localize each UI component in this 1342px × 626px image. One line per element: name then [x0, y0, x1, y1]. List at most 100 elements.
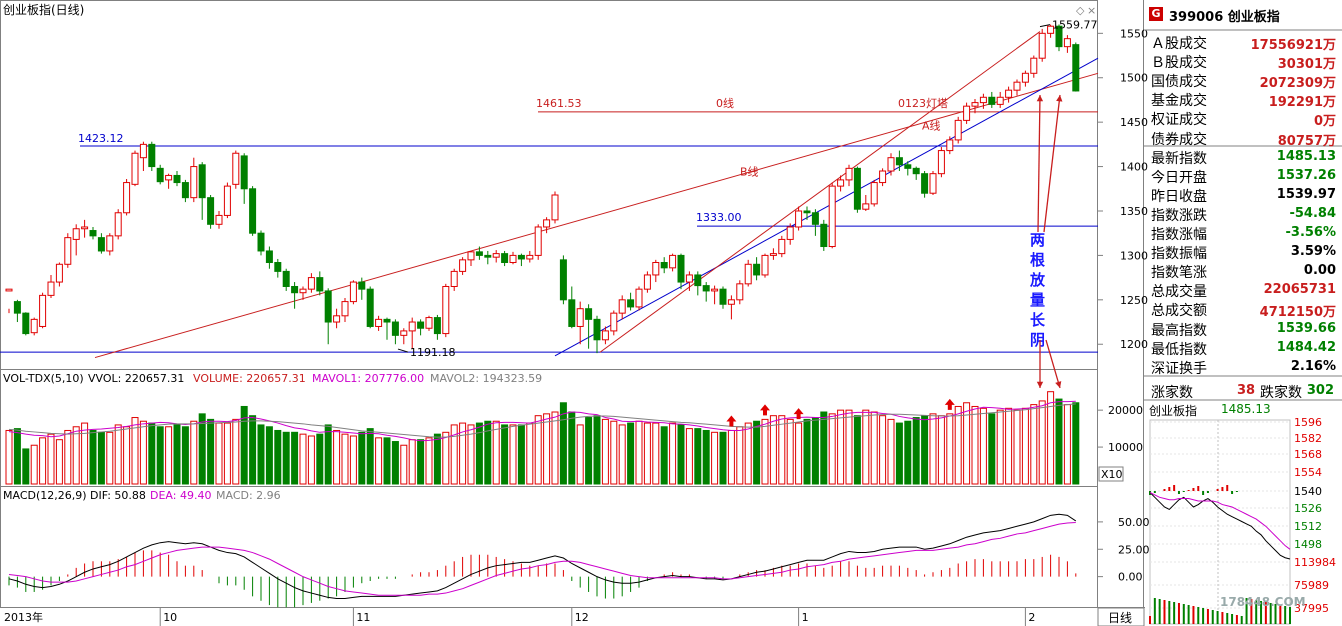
- stat-row: Ｂ股成交 30301万: [1145, 51, 1342, 72]
- main-y-tick-label: 1500: [1120, 72, 1148, 85]
- chart-title: 创业板指(日线): [3, 2, 84, 17]
- candle-body: [627, 299, 635, 308]
- candle-body: [484, 254, 492, 258]
- note-char: 长: [1030, 311, 1046, 329]
- candle-body: [475, 251, 483, 256]
- a-line-label: A线: [922, 118, 941, 132]
- volume-bar: [1038, 400, 1046, 485]
- candle-body: [299, 288, 307, 294]
- x-axis-label: 11: [356, 611, 370, 624]
- note-char: 两: [1030, 231, 1045, 249]
- low-marker-label: 1191.18: [410, 346, 456, 359]
- x10-label: X10: [1101, 468, 1123, 481]
- volume-bar: [1055, 398, 1063, 485]
- candle-body: [39, 294, 47, 327]
- stat-value: -3.56%: [1285, 225, 1337, 240]
- stat-label: 国债成交: [1151, 74, 1207, 91]
- candle-body: [921, 173, 929, 194]
- period-button-label: 日线: [1108, 611, 1132, 625]
- volume-bar: [912, 417, 920, 485]
- candle-body: [106, 235, 114, 252]
- macd-indicator-name: MACD(12,26,9): [3, 489, 87, 502]
- volume-bar: [1063, 404, 1071, 485]
- index-code-name: 399006 创业板指: [1169, 10, 1280, 25]
- candle-body: [190, 166, 198, 199]
- volume-bar: [47, 433, 55, 485]
- candle-body: [156, 167, 164, 183]
- volume-bar: [400, 444, 408, 485]
- stat-value: 1539.97: [1276, 186, 1336, 202]
- stat-row: 深证换手 2.16%: [1145, 357, 1342, 377]
- volume-bar: [753, 420, 761, 485]
- stat-value: 22065731: [1263, 282, 1336, 298]
- volume-bar: [954, 405, 962, 485]
- candle-body: [5, 288, 13, 292]
- candle-body: [837, 179, 845, 187]
- candle-body: [240, 155, 248, 190]
- volume-bar: [786, 418, 794, 485]
- volume-bar: [1005, 407, 1013, 485]
- volume-bar: [635, 420, 643, 485]
- volume-bar: [492, 420, 500, 485]
- volume-bar: [249, 415, 257, 485]
- volume-bar: [1047, 391, 1055, 485]
- volume-bar: [156, 426, 164, 485]
- stat-row: 最高指数 1539.66: [1145, 319, 1342, 339]
- candle-body: [249, 188, 257, 234]
- volume-bar: [165, 426, 173, 485]
- diamond-icon[interactable]: ◇: [1076, 4, 1085, 17]
- candle-body: [408, 321, 416, 332]
- volume-bar: [1030, 404, 1038, 485]
- candle-body: [769, 253, 777, 256]
- volume-vvol: VVOL: 220657.31: [88, 372, 184, 385]
- volume-bar: [853, 415, 861, 485]
- volume-bar: [719, 431, 727, 485]
- candle-body: [89, 230, 97, 237]
- volume-indicator-name: VOL-TDX(5,10): [3, 372, 84, 385]
- volume-bar: [988, 413, 996, 485]
- level-1461-label: 1461.53: [536, 97, 582, 110]
- candle-body: [55, 263, 63, 283]
- candle-body: [307, 277, 315, 290]
- volume-bar: [585, 417, 593, 485]
- candle-body: [1021, 72, 1029, 83]
- volume-bar: [265, 426, 273, 485]
- candle-body: [442, 285, 450, 335]
- stat-row: 今日开盘 1537.26: [1145, 166, 1342, 186]
- candle-body: [1013, 81, 1021, 91]
- volume-bar: [870, 411, 878, 485]
- volume-bar: [929, 413, 937, 485]
- volume-bar: [123, 426, 131, 485]
- volume-bar: [1013, 409, 1021, 485]
- candle-body: [349, 281, 357, 303]
- close-icon[interactable]: ×: [1087, 4, 1096, 17]
- level-1423-label: 1423.12: [78, 132, 124, 145]
- volume-bar: [190, 420, 198, 485]
- stat-value: 1539.66: [1276, 320, 1336, 336]
- volume-bar: [408, 439, 416, 485]
- zero-line-label: 0线: [716, 96, 734, 110]
- candle-body: [954, 119, 962, 141]
- volume-bar: [837, 409, 845, 485]
- info-header: G 399006 创业板指: [1145, 4, 1342, 26]
- volume-bar: [845, 409, 853, 485]
- volume-bar: [139, 420, 147, 485]
- stat-row: 昨日收盘 1539.97: [1145, 185, 1342, 205]
- candle-body: [1072, 44, 1080, 92]
- candle-body: [366, 288, 374, 327]
- volume-bar: [1021, 407, 1029, 485]
- volume-mavol2: MAVOL2: 194323.59: [430, 372, 542, 385]
- volume-bar: [685, 428, 693, 485]
- stat-value: -54.84: [1289, 205, 1336, 221]
- stat-label: 指数涨幅: [1151, 227, 1207, 243]
- lighthouse-label: 0123灯塔: [898, 97, 948, 110]
- candle-body: [568, 299, 576, 327]
- volume-bar: [114, 424, 122, 485]
- candle-body: [912, 167, 920, 175]
- volume-bar: [148, 422, 156, 485]
- macd-value: MACD: 2.96: [216, 489, 281, 502]
- volume-volume: VOLUME: 220657.31: [193, 372, 306, 385]
- volume-bar: [39, 437, 47, 485]
- candle-body: [1005, 89, 1013, 98]
- volume-bar: [55, 439, 63, 485]
